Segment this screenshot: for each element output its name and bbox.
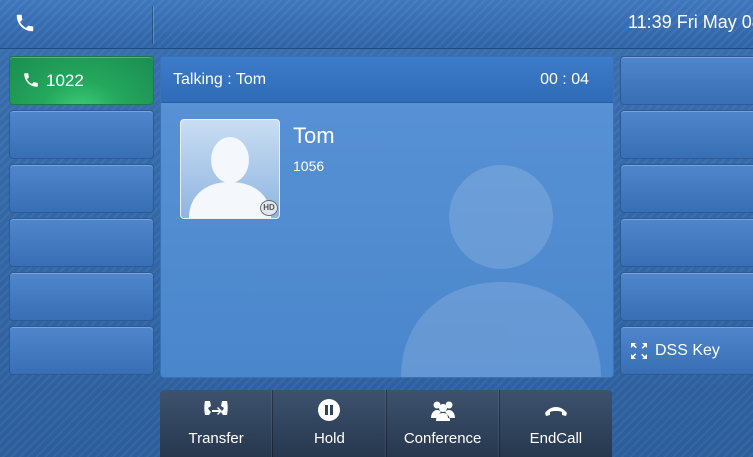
dss-key-1[interactable] <box>620 56 753 105</box>
transfer-button[interactable]: Transfer <box>160 390 274 457</box>
line-key-label: 1022 <box>46 71 84 90</box>
endcall-label: EndCall <box>529 430 583 447</box>
call-status-title: Talking : Tom <box>173 71 267 88</box>
datetime-label: 11:39 Fri May 08 <box>628 12 753 32</box>
contact-name: Tom <box>293 123 335 148</box>
line-key-1022[interactable]: 1022 <box>9 56 154 105</box>
conference-label: Conference <box>403 430 482 447</box>
topbar-divider <box>152 6 153 44</box>
status-bar: 11:39 Fri May 08 <box>0 0 753 49</box>
dss-key-3[interactable] <box>620 164 753 213</box>
dss-key-5[interactable] <box>620 272 753 321</box>
pause-icon <box>318 399 341 421</box>
hold-label: Hold <box>313 430 345 447</box>
softkey-bar: Transfer Hold Conference EndCall <box>160 390 612 457</box>
line-key-4[interactable] <box>9 218 154 267</box>
conference-button[interactable]: Conference <box>387 390 500 457</box>
line-key-6[interactable] <box>9 326 154 375</box>
call-panel: Talking : Tom 00 : 04 HD Tom 1056 <box>160 56 614 378</box>
hold-button[interactable]: Hold <box>273 390 387 457</box>
contact-avatar: HD <box>180 119 280 219</box>
background-silhouette <box>401 165 601 377</box>
contact-number: 1056 <box>293 158 325 174</box>
endcall-button[interactable]: EndCall <box>500 390 612 457</box>
call-timer: 00 : 04 <box>540 71 589 88</box>
expand-icon <box>631 343 647 359</box>
line-key-5[interactable] <box>9 272 154 321</box>
dss-key-label: DSS Key <box>655 342 720 359</box>
dss-key-page-button[interactable]: DSS Key <box>620 326 753 375</box>
line-key-3[interactable] <box>9 164 154 213</box>
transfer-icon <box>204 401 228 415</box>
phone-icon[interactable] <box>14 12 36 34</box>
dss-key-4[interactable] <box>620 218 753 267</box>
line-key-2[interactable] <box>9 110 154 159</box>
hd-badge: HD <box>260 200 278 216</box>
hangup-icon <box>544 407 567 416</box>
dss-key-2[interactable] <box>620 110 753 159</box>
call-header: Talking : Tom 00 : 04 <box>161 57 613 103</box>
phone-icon <box>24 73 38 87</box>
transfer-label: Transfer <box>188 430 244 447</box>
conference-icon <box>430 401 455 421</box>
